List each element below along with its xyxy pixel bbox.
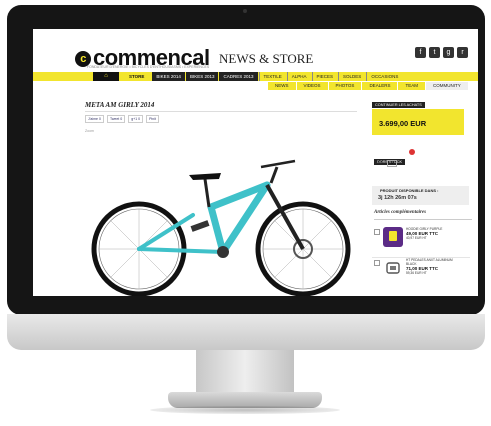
nav-occasions[interactable]: OCCASIONS — [366, 72, 402, 81]
subnav-team[interactable]: TEAM — [398, 82, 425, 90]
monitor-stand — [196, 350, 294, 398]
facebook-like-button[interactable]: J'aime 0 — [85, 115, 104, 123]
facebook-icon[interactable]: f — [415, 47, 426, 58]
size-select[interactable]: S — [387, 160, 397, 167]
monitor-chin — [7, 314, 485, 350]
nav-pieces[interactable]: PIECES — [311, 72, 338, 81]
tweet-button[interactable]: Tweet 0 — [106, 115, 126, 123]
nav-cadres-2013[interactable]: CADRES 2013 — [219, 72, 258, 81]
bike-image[interactable] — [81, 127, 371, 296]
related-articles-title: Articles complémentaires — [374, 210, 427, 215]
nav-bikes-2014[interactable]: BIKES 2014 — [152, 72, 185, 81]
related-article[interactable]: HOODIE GIRLY PURPLE 49,00 EUR TTC 40,97 … — [374, 227, 462, 247]
divider — [85, 111, 357, 112]
googleplus-icon[interactable]: g — [443, 47, 454, 58]
main-nav: ⌂ STORE BIKES 2014 BIKES 2013 CADRES 201… — [93, 72, 403, 81]
availability-label: PRODUIT DISPONIBLE DANS : — [380, 188, 439, 193]
website-screen: c commencal NEWS & STORE FONDATEUR D'ENER… — [33, 29, 478, 296]
article-info: HOODIE GIRLY PURPLE 49,00 EUR TTC 40,97 … — [406, 227, 462, 240]
nav-textile[interactable]: TEXTILE — [258, 72, 286, 81]
tagline: FONDATEUR D'ENERGIE • BICYCLES D'ENTHOUS… — [87, 65, 210, 69]
twitter-icon[interactable]: t — [429, 47, 440, 58]
nav-alpha[interactable]: ALPHA — [286, 72, 311, 81]
article-checkbox[interactable] — [374, 260, 380, 266]
article-subprice: 40,97 EUR HT — [406, 236, 427, 240]
subnav-photos[interactable]: PHOTOS — [328, 82, 362, 90]
subnav-news[interactable]: NEWS — [268, 82, 296, 90]
stock-indicator-icon — [409, 149, 415, 155]
news-store-title: NEWS & STORE — [219, 51, 314, 66]
subnav-community[interactable]: COMMUNITY — [425, 82, 468, 90]
subnav-videos[interactable]: VIDEOS — [296, 82, 328, 90]
monitor-shadow — [150, 406, 340, 414]
article-name: HT PEDALES ANXT ALUMINUM BLACK — [406, 258, 453, 266]
nav-bikes-2013[interactable]: BIKES 2013 — [185, 72, 219, 81]
home-icon[interactable]: ⌂ — [93, 72, 119, 81]
monitor-bezel: c commencal NEWS & STORE FONDATEUR D'ENER… — [7, 5, 485, 315]
subnav-dealers[interactable]: DEALERS — [362, 82, 398, 90]
sub-nav: NEWS VIDEOS PHOTOS DEALERS TEAM COMMUNIT… — [268, 82, 469, 90]
nav-store[interactable]: STORE — [125, 72, 152, 81]
rss-icon[interactable]: r — [457, 47, 468, 58]
pedal-thumbnail[interactable] — [383, 258, 403, 278]
nav-soldes[interactable]: SOLDES — [338, 72, 365, 81]
divider — [374, 219, 472, 220]
share-buttons: J'aime 0 Tweet 0 g+1 0 Pinit — [85, 115, 159, 123]
product-title: META AM GIRLY 2014 — [85, 101, 155, 109]
related-article[interactable]: HT PEDALES ANXT ALUMINUM BLACK 71,00 EUR… — [374, 258, 462, 278]
camera-dot — [243, 9, 247, 13]
countdown-timer: 3j 12h 26m 07s — [378, 195, 417, 201]
article-subprice: 59,36 EUR HT — [406, 271, 427, 275]
price: 3.699,00 EUR — [379, 119, 427, 128]
continue-shopping-button[interactable]: CONTINUER LES ACHATS — [372, 102, 425, 108]
size-label: Taille : — [374, 161, 384, 165]
gplus-button[interactable]: g+1 0 — [128, 115, 144, 123]
social-links: f t g r — [415, 47, 468, 58]
article-checkbox[interactable] — [374, 229, 380, 235]
pinit-button[interactable]: Pinit — [146, 115, 159, 123]
hoodie-thumbnail[interactable] — [383, 227, 403, 247]
article-info: HT PEDALES ANXT ALUMINUM BLACK 71,00 EUR… — [406, 258, 462, 275]
